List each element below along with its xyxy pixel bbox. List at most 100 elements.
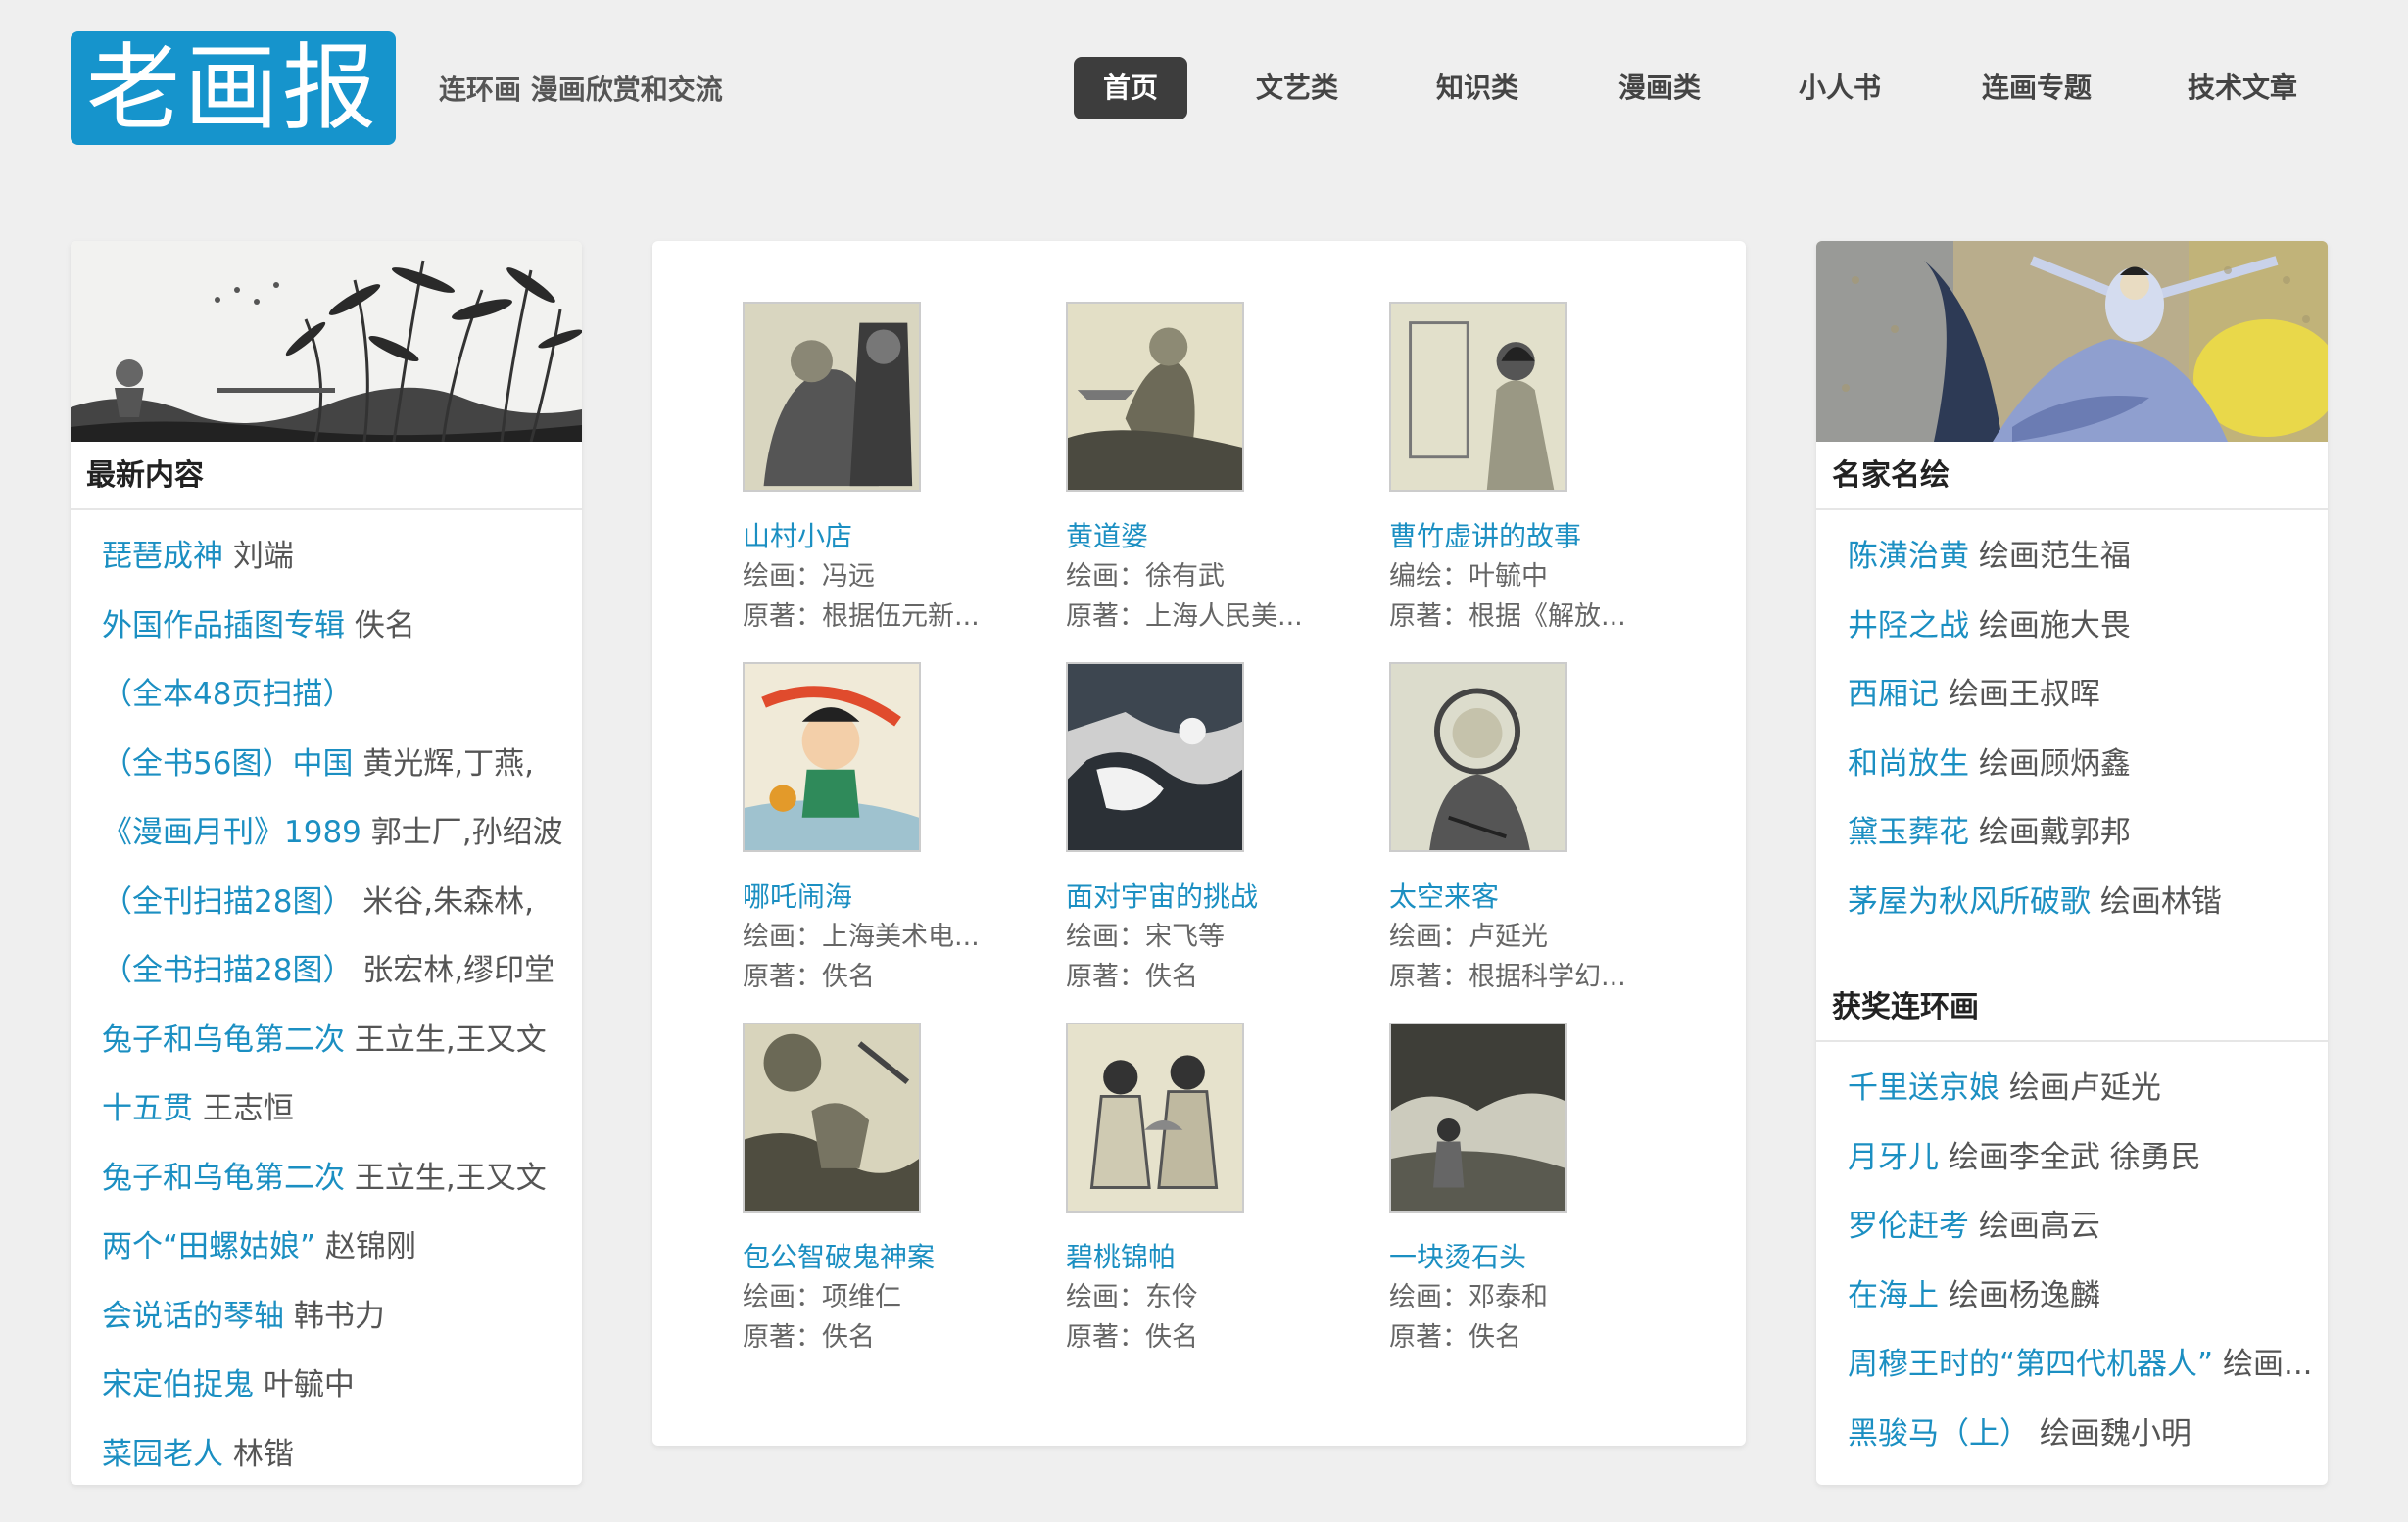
- comic-title-link[interactable]: 山村小店: [743, 517, 1036, 556]
- item-title-link[interactable]: 周穆王时的“第四代机器人”: [1848, 1347, 2213, 1382]
- comic-source: 原著：根据《解放...: [1389, 601, 1626, 632]
- comic-card[interactable]: 曹竹虚讲的故事 编绘：叶毓中 原著：根据《解放...: [1389, 302, 1683, 637]
- nav-xiaorenshu[interactable]: 小人书: [1779, 57, 1901, 119]
- item-title-link[interactable]: 在海上: [1848, 1278, 1939, 1313]
- comic-title-link[interactable]: 哪吒闹海: [743, 878, 1036, 917]
- list-item[interactable]: 《漫画月刊》1989 郭士厂,孙绍波: [71, 798, 582, 868]
- nav-home[interactable]: 首页: [1074, 57, 1187, 119]
- item-author: 韩书力: [284, 1298, 385, 1334]
- comic-artist: 绘画：东伶: [1066, 1282, 1198, 1312]
- list-item[interactable]: 两个“田螺姑娘” 赵锦刚: [71, 1213, 582, 1282]
- list-item[interactable]: 十五贯 王志恒: [71, 1074, 582, 1144]
- comic-title-link[interactable]: 太空来客: [1389, 878, 1683, 917]
- nav-knowledge[interactable]: 知识类: [1417, 57, 1538, 119]
- comic-title-link[interactable]: 包公智破鬼神案: [743, 1238, 1036, 1277]
- comic-thumbnail[interactable]: [1389, 302, 1567, 492]
- item-title-link[interactable]: 月牙儿: [1848, 1140, 1939, 1175]
- comic-thumbnail[interactable]: [1066, 662, 1244, 852]
- list-item[interactable]: （全刊扫描28图） 米谷,朱森林,: [71, 868, 582, 937]
- list-item[interactable]: 西厢记 绘画王叔晖: [1816, 660, 2328, 730]
- comic-title-link[interactable]: 黄道婆: [1066, 517, 1360, 556]
- item-title-link[interactable]: 会说话的琴轴: [102, 1299, 284, 1334]
- item-title-link[interactable]: 十五贯: [102, 1091, 193, 1126]
- list-item[interactable]: 兔子和乌龟第二次 王立生,王又文: [71, 1006, 582, 1075]
- item-title-link[interactable]: （全书扫描28图）: [102, 953, 353, 988]
- comic-card[interactable]: 黄道婆 绘画：徐有武 原著：上海人民美...: [1066, 302, 1360, 637]
- list-item[interactable]: 茅屋为秋风所破歌 绘画林锴: [1816, 868, 2328, 937]
- comic-thumbnail[interactable]: [1389, 662, 1567, 852]
- list-item[interactable]: 陈潢治黄 绘画范生福: [1816, 522, 2328, 592]
- item-author: 王志恒: [193, 1091, 294, 1126]
- item-title-link[interactable]: （全书56图）中国: [102, 746, 353, 782]
- famous-panel: 名家名绘 陈潢治黄 绘画范生福 井陉之战 绘画施大畏 西厢记 绘画王叔晖 和尚放生 绘…: [1816, 241, 2328, 1485]
- comic-source: 原著：佚名: [1066, 1322, 1198, 1353]
- comic-card[interactable]: 哪吒闹海 绘画：上海美术电... 原著：佚名: [743, 662, 1036, 997]
- item-title-link[interactable]: 宋定伯捉鬼: [102, 1367, 254, 1403]
- comic-thumbnail[interactable]: [1389, 1023, 1567, 1213]
- item-title-link[interactable]: 茅屋为秋风所破歌: [1848, 884, 2091, 920]
- comic-card[interactable]: 面对宇宙的挑战 绘画：宋飞等 原著：佚名: [1066, 662, 1360, 997]
- list-item[interactable]: 月牙儿 绘画李全武 徐勇民: [1816, 1123, 2328, 1193]
- item-title-link[interactable]: 兔子和乌龟第二次: [102, 1023, 345, 1058]
- list-item[interactable]: （全书56图）中国 黄光辉,丁燕,: [71, 730, 582, 799]
- comic-title-link[interactable]: 面对宇宙的挑战: [1066, 878, 1360, 917]
- comic-thumbnail[interactable]: [743, 302, 921, 492]
- item-title-link[interactable]: 罗伦赶考: [1848, 1209, 1969, 1244]
- painting-banner: [1816, 241, 2328, 442]
- list-item[interactable]: 周穆王时的“第四代机器人” 绘画...: [1816, 1330, 2328, 1400]
- comic-thumbnail[interactable]: [743, 662, 921, 852]
- comic-title-link[interactable]: 碧桃锦帕: [1066, 1238, 1360, 1277]
- award-title: 获奖连环画: [1816, 974, 2328, 1042]
- item-title-link[interactable]: 井陉之战: [1848, 608, 1969, 643]
- list-item[interactable]: （全书扫描28图） 张宏林,缪印堂: [71, 936, 582, 1006]
- nav-literature[interactable]: 文艺类: [1236, 57, 1358, 119]
- list-item[interactable]: 黛玉葬花 绘画戴郭邦: [1816, 798, 2328, 868]
- item-author: 米谷,朱森林,: [353, 883, 535, 920]
- comic-title-link[interactable]: 曹竹虚讲的故事: [1389, 517, 1683, 556]
- list-item[interactable]: 井陉之战 绘画施大畏: [1816, 592, 2328, 661]
- list-item[interactable]: 菜园老人 林锴: [71, 1420, 582, 1486]
- comic-title-link[interactable]: 一块烫石头: [1389, 1238, 1683, 1277]
- comic-source: 原著：根据伍元新...: [743, 601, 980, 632]
- comic-card[interactable]: 山村小店绘画：冯远原著：根据伍元新...: [743, 302, 1036, 637]
- nav-topics[interactable]: 连画专题: [1965, 57, 2108, 119]
- comic-thumbnail[interactable]: [1066, 1023, 1244, 1213]
- item-title-link[interactable]: 黛玉葬花: [1848, 815, 1969, 850]
- list-item[interactable]: 外国作品插图专辑 佚名: [71, 592, 582, 661]
- item-title-link[interactable]: 西厢记: [1848, 677, 1939, 712]
- list-item[interactable]: 和尚放生 绘画顾炳鑫: [1816, 730, 2328, 799]
- comic-card[interactable]: 包公智破鬼神案 绘画：项维仁 原著：佚名: [743, 1023, 1036, 1357]
- item-title-link[interactable]: （全刊扫描28图）: [102, 884, 353, 920]
- item-title-link[interactable]: 《漫画月刊》1989: [102, 815, 361, 850]
- item-title-link[interactable]: 和尚放生: [1848, 746, 1969, 782]
- list-item[interactable]: 兔子和乌龟第二次 王立生,王又文: [71, 1144, 582, 1213]
- list-item[interactable]: 在海上 绘画杨逸麟: [1816, 1261, 2328, 1331]
- list-item[interactable]: 琵琶成神 刘端: [71, 522, 582, 592]
- comic-card[interactable]: 一块烫石头 绘画：邓泰和 原著：佚名: [1389, 1023, 1683, 1357]
- item-title-link[interactable]: 兔子和乌龟第二次: [102, 1161, 345, 1196]
- item-title-link[interactable]: （全本48页扫描）: [102, 677, 353, 712]
- nav-tech-articles[interactable]: 技术文章: [2171, 57, 2314, 119]
- item-author: 郭士厂,孙绍波: [361, 815, 563, 850]
- comic-artist: 绘画：冯远: [743, 561, 875, 592]
- nav-comics[interactable]: 漫画类: [1599, 57, 1720, 119]
- item-title-link[interactable]: 琵琶成神: [102, 539, 223, 574]
- item-title-link[interactable]: 外国作品插图专辑: [102, 608, 345, 643]
- comic-thumbnail[interactable]: [743, 1023, 921, 1213]
- item-title-link[interactable]: 菜园老人: [102, 1437, 223, 1472]
- list-item[interactable]: 会说话的琴轴 韩书力: [71, 1282, 582, 1352]
- list-item[interactable]: 宋定伯捉鬼 叶毓中: [71, 1351, 582, 1420]
- list-item[interactable]: （全本48页扫描）: [71, 660, 582, 730]
- comic-thumbnail[interactable]: [1066, 302, 1244, 492]
- comic-source: 原著：上海人民美...: [1066, 601, 1303, 632]
- list-item[interactable]: 千里送京娘 绘画卢延光: [1816, 1054, 2328, 1123]
- item-title-link[interactable]: 千里送京娘: [1848, 1070, 1999, 1106]
- item-title-link[interactable]: 两个“田螺姑娘”: [102, 1229, 315, 1264]
- list-item[interactable]: 罗伦赶考 绘画高云: [1816, 1192, 2328, 1261]
- item-title-link[interactable]: 黑骏马（上）: [1848, 1416, 2030, 1451]
- comic-source: 原著：佚名: [1066, 962, 1198, 992]
- item-title-link[interactable]: 陈潢治黄: [1848, 539, 1969, 574]
- comic-card[interactable]: 碧桃锦帕绘画：东伶原著：佚名: [1066, 1023, 1360, 1357]
- list-item[interactable]: 黑骏马（上） 绘画魏小明: [1816, 1400, 2328, 1469]
- comic-card[interactable]: 太空来客 绘画：卢延光 原著：根据科学幻...: [1389, 662, 1683, 997]
